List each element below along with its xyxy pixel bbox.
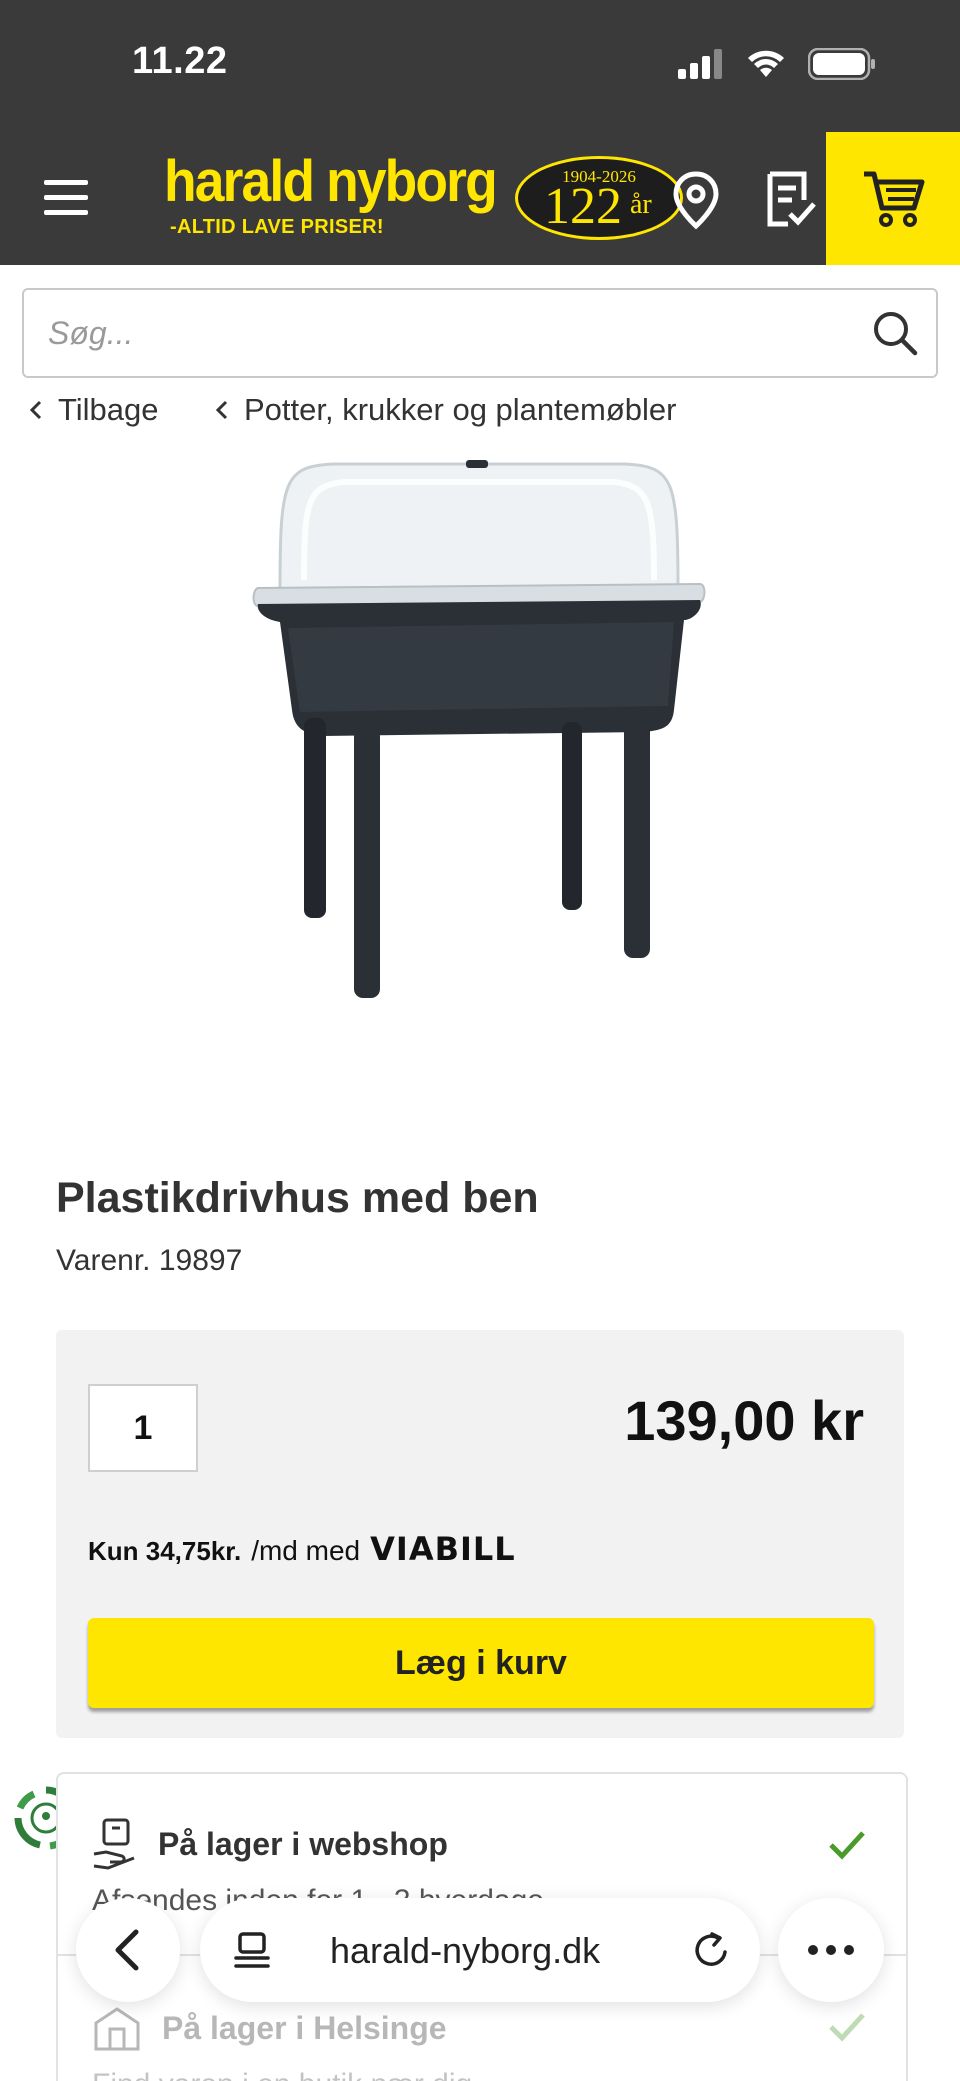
search-icon[interactable] [872,310,918,356]
product-image[interactable] [244,460,714,1020]
browser-bottom-bar: harald-nyborg.dk [0,1880,960,2081]
financing-info: Kun 34,75kr. /md med VIABILL [88,1530,516,1568]
quantity-input[interactable] [88,1384,198,1472]
check-icon [829,1831,865,1860]
sku-label: Varenr. [56,1244,151,1277]
back-label: Tilbage [58,392,159,427]
battery-icon [808,48,875,80]
tabs-icon [234,1932,270,1968]
product-price: 139,00 kr [624,1389,864,1452]
webshop-stock-row: På lager i webshop [92,1814,448,1874]
status-icons [678,48,876,80]
viabill-logo: VIABILL [370,1530,516,1568]
logo-name: harald nyborg [164,149,498,214]
location-pin-icon [673,171,719,230]
add-to-cart-button[interactable]: Læg i kurv [88,1618,874,1708]
chevron-left-icon [29,400,42,420]
cellular-signal-icon [678,49,722,79]
more-dots-icon [808,1945,854,1955]
site-logo[interactable]: harald nyborg -ALTID LAVE PRISER! 1904-2… [160,149,683,250]
search-box [22,288,938,378]
menu-button[interactable] [44,180,88,216]
store-locator-button[interactable] [668,170,724,230]
anniversary-badge: 1904-2026 122 år [515,156,683,240]
shopping-list-button[interactable] [762,170,818,230]
chevron-left-icon [115,1929,139,1971]
product-sku: Varenr. 19897 [56,1244,242,1278]
webshop-stock-title: På lager i webshop [158,1825,448,1862]
site-header: harald nyborg -ALTID LAVE PRISER! 1904-2… [0,132,960,265]
chevron-left-icon [215,400,228,420]
wifi-icon [748,50,784,77]
financing-amount: Kun 34,75kr. [88,1536,242,1566]
badge-number: 122 [544,178,622,235]
browser-back-button[interactable] [76,1898,180,2002]
buy-panel: 139,00 kr Kun 34,75kr. /md med VIABILL L… [56,1330,904,1738]
url-text: harald-nyborg.dk [330,1930,601,1971]
browser-more-button[interactable] [778,1898,884,2002]
badge-suffix: år [630,189,652,220]
product-title: Plastikdrivhus med ben [56,1174,539,1222]
menu-icon [44,180,88,185]
search-input[interactable] [48,290,848,376]
category-breadcrumb[interactable]: Potter, krukker og plantemøbler [214,390,676,430]
parcel-hand-icon [93,1818,135,1870]
cart-icon [864,171,925,227]
status-bar: 11.22 [0,0,960,132]
reload-icon[interactable] [692,1930,732,1970]
address-bar[interactable]: harald-nyborg.dk [200,1898,760,2002]
cart-button[interactable] [826,132,960,265]
sku-value: 19897 [158,1244,243,1277]
status-time: 11.22 [132,40,228,82]
category-label: Potter, krukker og plantemøbler [244,392,677,427]
back-link[interactable]: Tilbage [28,390,159,430]
logo-tagline: -ALTID LAVE PRISER! [170,216,384,238]
financing-text: /md med [251,1535,361,1566]
checklist-icon [767,171,816,227]
